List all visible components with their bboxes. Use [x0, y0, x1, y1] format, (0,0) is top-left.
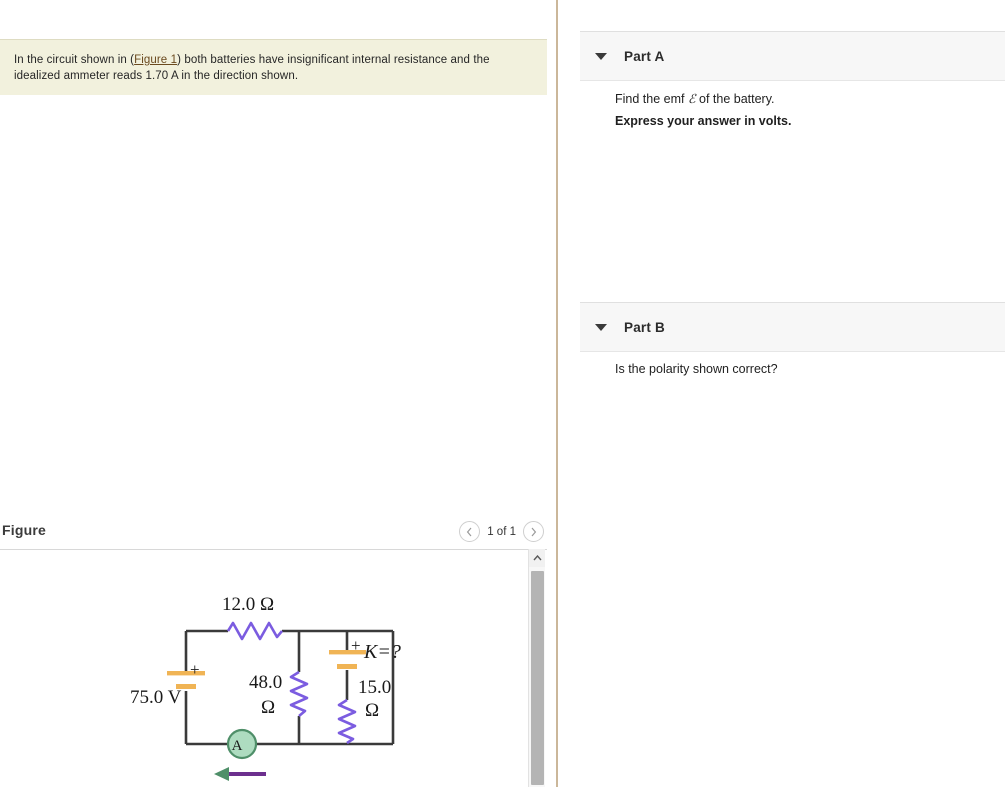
- label-15-ohm-value: 15.0: [358, 677, 391, 698]
- chevron-up-icon: [532, 555, 542, 561]
- label-75v: 75.0 V: [130, 687, 182, 708]
- resistor-15-ohm-symbol: [337, 698, 357, 745]
- chevron-left-icon: [467, 527, 472, 536]
- part-b-title: Part B: [624, 319, 665, 335]
- chevron-right-icon: [531, 527, 537, 536]
- circuit-diagram: 12.0 Ω 48.0 Ω 15.0 Ω 75.0 V + + K=? A: [130, 594, 401, 781]
- problem-statement: In the circuit shown in (Figure 1) both …: [0, 39, 547, 95]
- figure-title: Figure: [2, 522, 46, 538]
- figure-prev-button[interactable]: [459, 521, 481, 542]
- label-48-ohm-unit: Ω: [261, 697, 275, 718]
- figure-1-link[interactable]: Figure 1: [134, 54, 177, 66]
- figure-page-label: 1 of 1: [487, 525, 516, 538]
- problem-text: In the circuit shown in (Figure 1) both …: [14, 52, 533, 84]
- scrollbar-thumb[interactable]: [531, 571, 544, 785]
- label-plus-right-battery: +: [351, 636, 361, 655]
- figure-scrollbar[interactable]: [528, 549, 545, 787]
- label-48-ohm-value: 48.0: [249, 672, 282, 693]
- part-b-header[interactable]: Part B: [580, 302, 1005, 352]
- label-ammeter: A: [232, 738, 243, 754]
- label-plus-left-battery: +: [190, 660, 200, 679]
- figure-next-button[interactable]: [523, 521, 544, 542]
- scroll-up-button[interactable]: [529, 549, 545, 567]
- caret-down-icon[interactable]: [595, 323, 607, 331]
- figure-canvas: 12.0 Ω 48.0 Ω 15.0 Ω 75.0 V + + K=? A: [0, 550, 527, 787]
- label-emf: K=?: [363, 641, 401, 663]
- resistor-12-ohm-symbol: [226, 621, 283, 641]
- current-direction-arrow: [214, 767, 266, 781]
- resistor-48-ohm-symbol: [289, 670, 309, 717]
- part-b-question: Is the polarity shown correct?: [615, 362, 778, 376]
- part-a-question-text-2: of the battery.: [695, 92, 775, 106]
- part-a-question-text-1: Find the emf: [615, 92, 688, 106]
- label-12-ohm: 12.0 Ω: [222, 594, 274, 615]
- caret-down-icon[interactable]: [595, 52, 607, 60]
- part-a-question-symbol: ℰ: [687, 92, 696, 106]
- part-a-question: Find the emf ℰ of the battery.: [615, 91, 775, 107]
- right-pane: Part A Find the emf ℰ of the battery. Ex…: [558, 0, 1005, 787]
- figure-pager: 1 of 1: [459, 521, 544, 542]
- problem-text-before: In the circuit shown in (: [14, 54, 135, 66]
- left-pane: In the circuit shown in (Figure 1) both …: [0, 0, 556, 787]
- part-a-header[interactable]: Part A: [580, 31, 1005, 81]
- part-a-title: Part A: [624, 48, 665, 64]
- label-15-ohm-unit: Ω: [365, 700, 379, 721]
- part-a-instruction: Express your answer in volts.: [615, 114, 792, 128]
- page-root: In the circuit shown in (Figure 1) both …: [0, 0, 1005, 787]
